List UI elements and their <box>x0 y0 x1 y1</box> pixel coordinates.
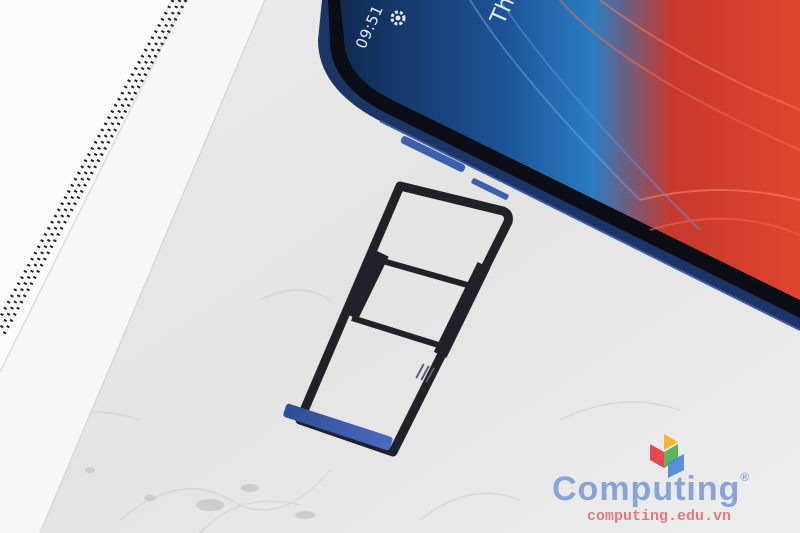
watermark-brand: Computing® <box>552 470 750 509</box>
photo-scene <box>0 0 800 533</box>
watermark-brand-text: Computing <box>552 470 741 508</box>
registered-mark: ® <box>740 470 751 484</box>
watermark-url: computing.edu.vn <box>587 508 732 525</box>
